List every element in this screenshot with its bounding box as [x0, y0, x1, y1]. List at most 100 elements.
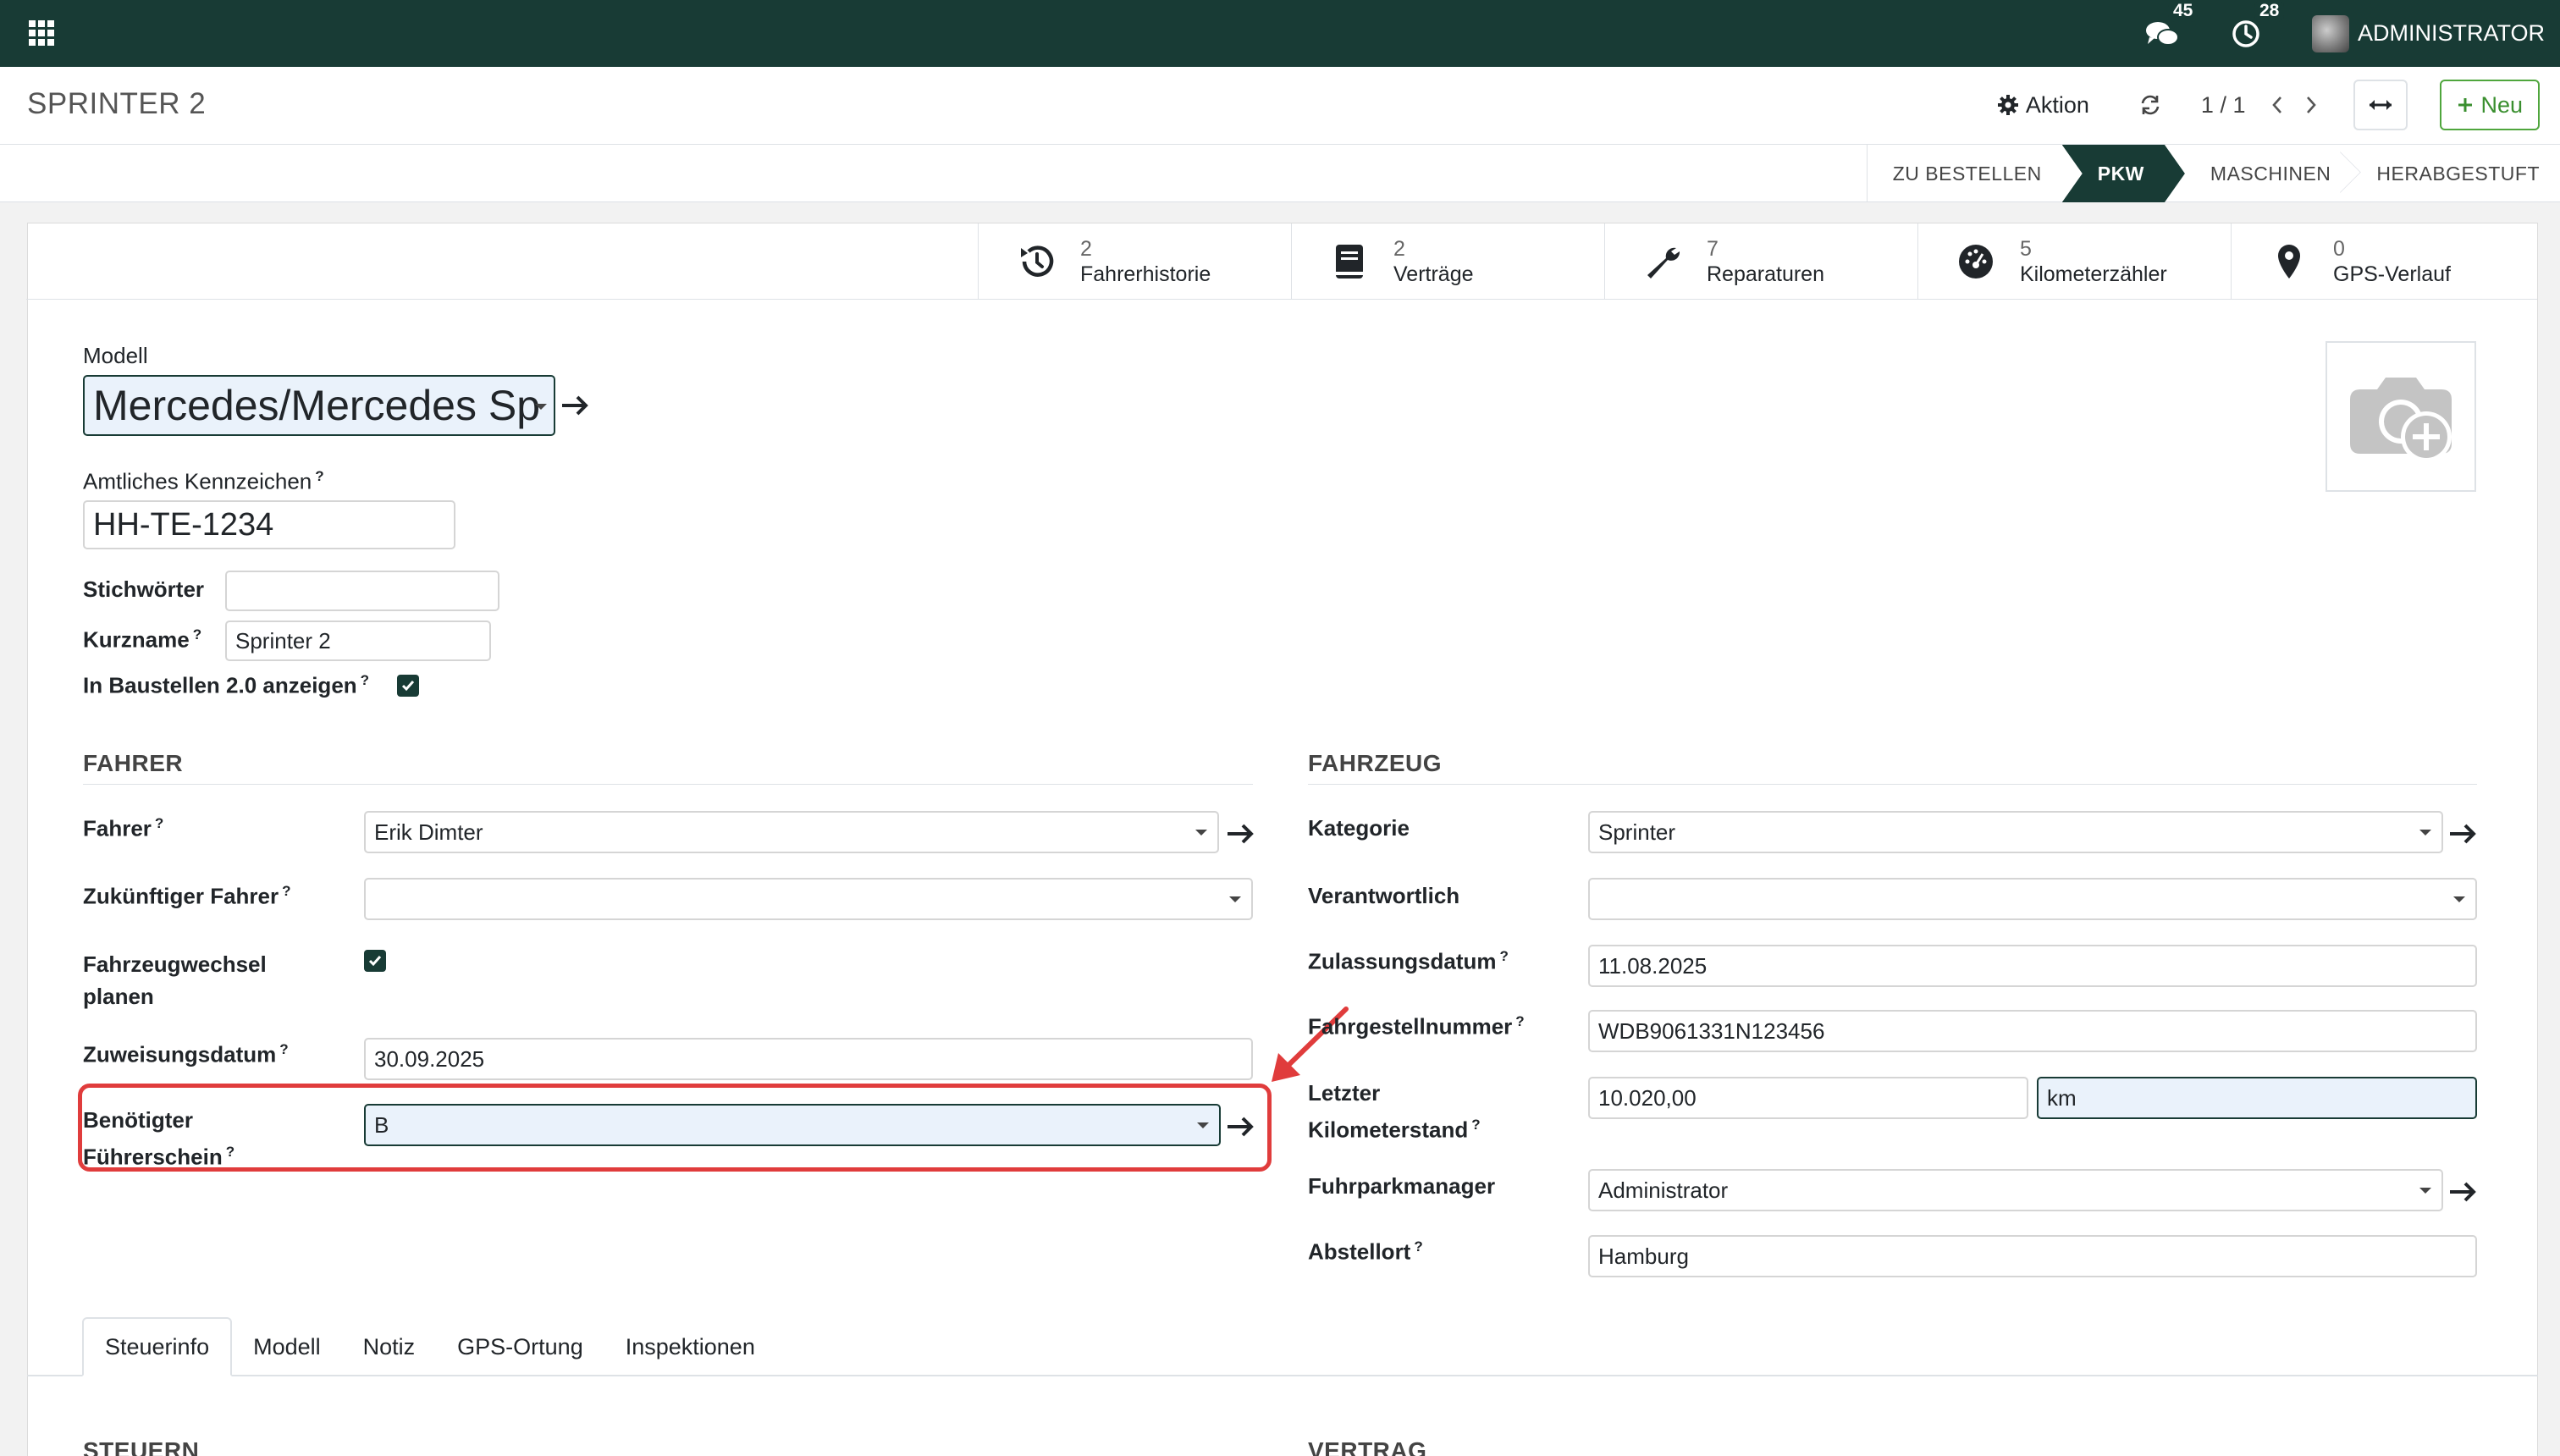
fleet-manager-external-link-icon[interactable]: [2447, 1176, 2479, 1208]
model-input[interactable]: Mercedes/Mercedes Sp: [83, 375, 555, 436]
odometer-input[interactable]: 10.020,00: [1588, 1077, 2028, 1119]
driver-history-button[interactable]: 2 Fahrerhistorie: [978, 223, 1291, 300]
tab-notiz[interactable]: Notiz: [342, 1317, 437, 1376]
stage-maschinen[interactable]: MASCHINEN: [2185, 145, 2352, 202]
help-icon[interactable]: ?: [1414, 1238, 1422, 1255]
plan-change-label-line1: Fahrzeugwechsel: [83, 951, 267, 977]
tab-steuerinfo[interactable]: Steuerinfo: [82, 1317, 233, 1376]
action-menu-button[interactable]: Aktion: [1997, 92, 2089, 119]
user-menu[interactable]: ADMINISTRATOR: [2311, 14, 2545, 52]
notebook-tabs: Steuerinfo Modell Notiz GPS-Ortung Inspe…: [82, 1317, 776, 1376]
odometer-label-line1: Letzter: [1308, 1080, 1381, 1106]
activities-button[interactable]: 28: [2231, 0, 2285, 49]
refresh-button[interactable]: [2133, 88, 2167, 122]
category-external-link-icon[interactable]: [2447, 818, 2479, 850]
tab-modell[interactable]: Modell: [232, 1317, 342, 1376]
vin-label-text: Fahrgestellnummer: [1308, 1013, 1513, 1040]
assign-date-input[interactable]: 30.09.2025: [364, 1038, 1253, 1080]
contracts-label: Verträge: [1393, 262, 1474, 286]
help-icon[interactable]: ?: [1471, 1117, 1480, 1133]
check-icon: [368, 956, 382, 967]
repairs-label: Reparaturen: [1707, 262, 1824, 286]
odometer-button[interactable]: 5 Kilometerzähler: [1917, 223, 2231, 300]
tags-input[interactable]: [225, 571, 499, 611]
odometer-unit-select[interactable]: km: [2037, 1077, 2477, 1119]
avatar: [2311, 14, 2349, 52]
shortname-input[interactable]: Sprinter 2: [225, 620, 491, 661]
repairs-count: 7: [1707, 237, 1719, 261]
driver-label: Fahrer?: [83, 815, 163, 842]
messages-badge: 45: [2167, 0, 2199, 22]
assign-date-value: 30.09.2025: [374, 1045, 485, 1072]
vehicle-section-title: FAHRZEUG: [1308, 750, 1442, 776]
help-icon[interactable]: ?: [361, 672, 369, 688]
driver-external-link-icon[interactable]: [1224, 818, 1256, 850]
odometer-unit-value: km: [2047, 1084, 2077, 1111]
vin-input[interactable]: WDB9061331N123456: [1588, 1010, 2477, 1052]
help-icon[interactable]: ?: [155, 815, 163, 831]
contracts-button[interactable]: 2 Verträge: [1291, 223, 1604, 300]
pager-previous-button[interactable]: [2260, 88, 2294, 122]
registration-date-input[interactable]: 11.08.2025: [1588, 945, 2477, 987]
help-icon[interactable]: ?: [279, 1041, 288, 1057]
help-icon[interactable]: ?: [282, 883, 290, 899]
tab-inspektionen[interactable]: Inspektionen: [604, 1317, 776, 1376]
chevron-left-icon: [2272, 97, 2282, 113]
registration-label-text: Zulassungsdatum: [1308, 948, 1497, 974]
chevron-down-icon: [2453, 896, 2465, 902]
tab-gps-ortung[interactable]: GPS-Ortung: [436, 1317, 604, 1376]
taxes-section-title: STEUERN: [83, 1437, 200, 1456]
chevron-right-icon: [2307, 97, 2317, 113]
location-input[interactable]: Hamburg: [1588, 1235, 2477, 1277]
new-label: Neu: [2480, 91, 2523, 118]
pager-value[interactable]: 1 / 1: [2201, 92, 2246, 119]
smart-button-box: 2 Fahrerhistorie 2 Verträge 7 Reparaturen 5…: [26, 223, 2537, 300]
messages-button[interactable]: 45: [2144, 0, 2199, 49]
driver-select[interactable]: Erik Dimter: [364, 811, 1219, 853]
action-label: Aktion: [2025, 91, 2089, 118]
plus-icon: [2458, 98, 2473, 112]
vin-label: Fahrgestellnummer?: [1308, 1013, 1525, 1040]
chevron-down-icon: [2419, 830, 2431, 836]
plate-input[interactable]: HH-TE-1234: [83, 500, 455, 549]
highlight-annotation-box: [78, 1084, 1272, 1172]
stage-zu-bestellen[interactable]: ZU BESTELLEN: [1866, 145, 2062, 202]
pager-next-button[interactable]: [2294, 88, 2328, 122]
page-title: SPRINTER 2: [27, 87, 207, 120]
apps-menu-icon[interactable]: [29, 20, 54, 46]
show-baustellen-checkbox[interactable]: [397, 675, 419, 697]
expand-form-button[interactable]: [2353, 80, 2408, 130]
driver-section-title: FAHRER: [83, 750, 184, 776]
category-label: Kategorie: [1308, 815, 1410, 841]
plate-label: Amtliches Kennzeichen?: [83, 468, 324, 495]
stage-herabgestuft[interactable]: HERABGESTUFT: [2351, 145, 2560, 202]
help-icon[interactable]: ?: [193, 626, 201, 643]
help-icon[interactable]: ?: [1499, 948, 1508, 964]
plan-change-label: Fahrzeugwechsel planen: [83, 948, 267, 1012]
vehicle-image-upload[interactable]: [2326, 341, 2476, 492]
vehicle-section-divider: [1308, 784, 2477, 785]
help-icon[interactable]: ?: [315, 468, 323, 484]
stage-pkw[interactable]: PKW: [2062, 145, 2185, 202]
future-driver-select[interactable]: [364, 878, 1253, 920]
contracts-count: 2: [1393, 237, 1405, 261]
model-external-link-icon[interactable]: [559, 389, 591, 422]
refresh-icon: [2141, 95, 2160, 115]
new-record-button[interactable]: Neu: [2440, 80, 2540, 130]
chevron-down-icon: [1195, 830, 1207, 836]
gps-history-count: 0: [2333, 237, 2345, 261]
help-icon[interactable]: ?: [1515, 1013, 1524, 1029]
plan-change-checkbox[interactable]: [364, 950, 386, 972]
category-select[interactable]: Sprinter: [1588, 811, 2443, 853]
odometer-label-line2: Kilometerstand: [1308, 1117, 1469, 1143]
statusbar-container: ZU BESTELLEN PKW MASCHINEN HERABGESTUFT: [0, 145, 2560, 202]
fleet-manager-select[interactable]: Administrator: [1588, 1169, 2443, 1211]
driver-label-text: Fahrer: [83, 815, 152, 841]
navbar-systray: 45 28 ADMINISTRATOR: [2144, 0, 2545, 67]
repairs-button[interactable]: 7 Reparaturen: [1604, 223, 1917, 300]
driver-history-count: 2: [1080, 237, 1092, 261]
gps-history-label: GPS-Verlauf: [2333, 262, 2451, 286]
gps-history-button[interactable]: 0 GPS-Verlauf: [2231, 223, 2537, 300]
responsible-select[interactable]: [1588, 878, 2477, 920]
assign-date-label: Zuweisungsdatum?: [83, 1041, 289, 1068]
